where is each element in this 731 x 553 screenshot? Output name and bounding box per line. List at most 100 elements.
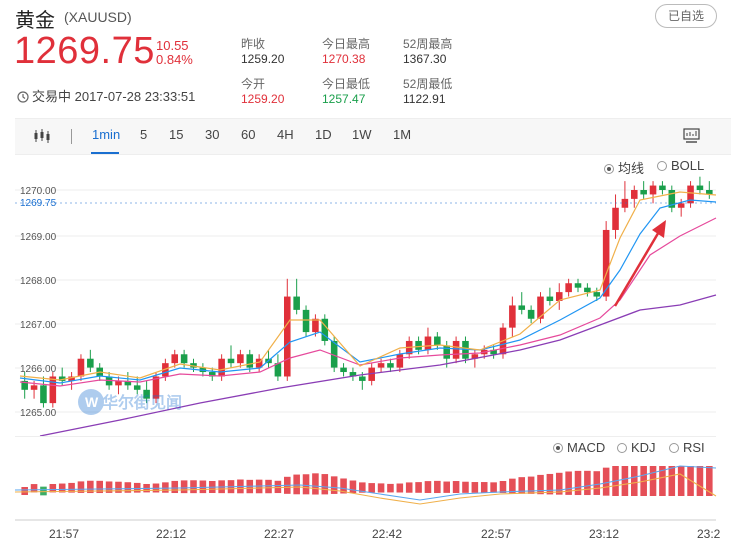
macd-bar	[471, 482, 479, 493]
candle-body	[302, 309, 310, 333]
macd-bar	[405, 482, 413, 493]
status-text: 交易中 2017-07-28 23:33:51	[32, 89, 196, 104]
macd-bar	[321, 474, 329, 495]
time-tick: 22:27	[264, 527, 295, 541]
candle-body	[227, 358, 235, 364]
candle-body	[246, 354, 254, 368]
macd-bar	[452, 481, 460, 493]
candlestick-icon[interactable]	[33, 129, 51, 143]
tab-60[interactable]: 60	[241, 127, 255, 142]
change-value: 10.55	[156, 38, 189, 53]
stat-day-high: 今日最高 1270.38	[322, 35, 370, 66]
macd-bar	[396, 483, 404, 493]
candle-body	[293, 296, 300, 310]
candle-body	[574, 283, 582, 288]
macd-bar	[312, 473, 319, 495]
y-tick: 1268.00	[20, 276, 57, 287]
macd-bar	[21, 487, 28, 495]
price-change: 10.55 0.84%	[156, 39, 193, 67]
macd-bar	[30, 484, 38, 493]
y-tick: 1266.00	[20, 364, 57, 375]
macd-bar	[593, 471, 601, 495]
ma-line-fast	[19, 191, 717, 381]
candle-body	[40, 385, 47, 404]
candle-body	[77, 358, 85, 377]
macd-bar	[443, 481, 450, 493]
macd-bar	[621, 466, 629, 496]
y-tick: 1270.00	[20, 186, 57, 197]
macd-bar	[190, 480, 197, 494]
trend-arrow-head	[652, 220, 666, 238]
tab-1min[interactable]: 1min	[92, 127, 120, 142]
macd-bar	[677, 466, 685, 496]
macd-bar	[668, 466, 676, 496]
stat-value: 1259.20	[241, 52, 285, 66]
macd-bar	[462, 481, 469, 493]
tab-5[interactable]: 5	[140, 127, 147, 142]
tab-4h[interactable]: 4H	[277, 127, 294, 142]
macd-bar	[415, 482, 422, 493]
candle-body	[593, 292, 601, 297]
stat-label: 今日最低	[322, 77, 371, 91]
clock-icon	[17, 91, 29, 103]
watermark-text: 华尔街见闻	[102, 393, 182, 412]
tab-30[interactable]: 30	[205, 127, 219, 142]
candle-body	[509, 305, 516, 328]
time-tick: 22:42	[372, 527, 403, 541]
candle-body	[612, 207, 619, 230]
trading-status: 交易中 2017-07-28 23:33:51	[17, 86, 195, 105]
price-chart[interactable]: 1270.00 1269.00 1268.00 1267.00 1266.00 …	[0, 150, 731, 440]
macd-bar	[546, 473, 554, 495]
stat-value: 1122.91	[403, 92, 446, 106]
candle-body	[377, 363, 385, 368]
macd-bar	[368, 483, 375, 493]
macd-bar	[434, 480, 441, 494]
macd-bar	[490, 482, 497, 493]
candle-body	[621, 198, 629, 208]
candle-body	[359, 376, 366, 381]
macd-bar	[696, 466, 704, 496]
stat-52w-low: 52周最低 1122.91	[403, 75, 452, 106]
time-tick: 23:12	[589, 527, 620, 541]
tab-1w[interactable]: 1W	[352, 127, 372, 142]
monitor-icon[interactable]	[683, 128, 700, 144]
tab-15[interactable]: 15	[169, 127, 183, 142]
watermark: W 华尔街见闻	[78, 389, 182, 415]
tab-1m[interactable]: 1M	[393, 127, 411, 142]
candle-body	[340, 367, 347, 373]
candle-body	[527, 309, 535, 319]
candle-body	[452, 340, 460, 359]
stat-day-low: 今日最低 1257.47	[322, 75, 370, 106]
toolbar-divider	[71, 129, 72, 144]
instrument-name: 黄金	[15, 10, 55, 32]
tab-1d[interactable]: 1D	[315, 127, 332, 142]
candle-body	[640, 190, 647, 195]
macd-bar	[537, 474, 544, 495]
stat-label: 昨收	[241, 37, 266, 51]
y-tick: 1265.00	[20, 408, 57, 419]
stat-label: 今日最高	[322, 37, 371, 51]
candle-body	[49, 376, 57, 404]
candle-body	[312, 318, 319, 333]
candle-body	[696, 185, 704, 190]
candle-body	[180, 354, 188, 364]
time-tick: 22:57	[481, 527, 512, 541]
macd-bar	[584, 470, 591, 496]
macd-bar	[330, 476, 338, 494]
candle-body	[171, 354, 179, 364]
macd-bar	[302, 474, 310, 495]
macd-chart[interactable]	[0, 436, 731, 522]
stat-prev-close: 昨收 1259.20	[241, 35, 284, 66]
candle-body	[396, 354, 404, 368]
svg-text:W: W	[85, 394, 99, 410]
candle-body	[133, 385, 141, 390]
macd-bar	[574, 470, 582, 496]
candle-body	[677, 203, 685, 208]
candle-body	[518, 305, 526, 310]
change-percent: 0.84%	[156, 52, 193, 67]
current-price-label: 1269.75	[20, 198, 57, 209]
candle-body	[218, 358, 225, 377]
macd-bar	[387, 483, 394, 493]
watchlist-button[interactable]: 已自选	[655, 4, 717, 28]
macd-bar	[265, 479, 272, 494]
